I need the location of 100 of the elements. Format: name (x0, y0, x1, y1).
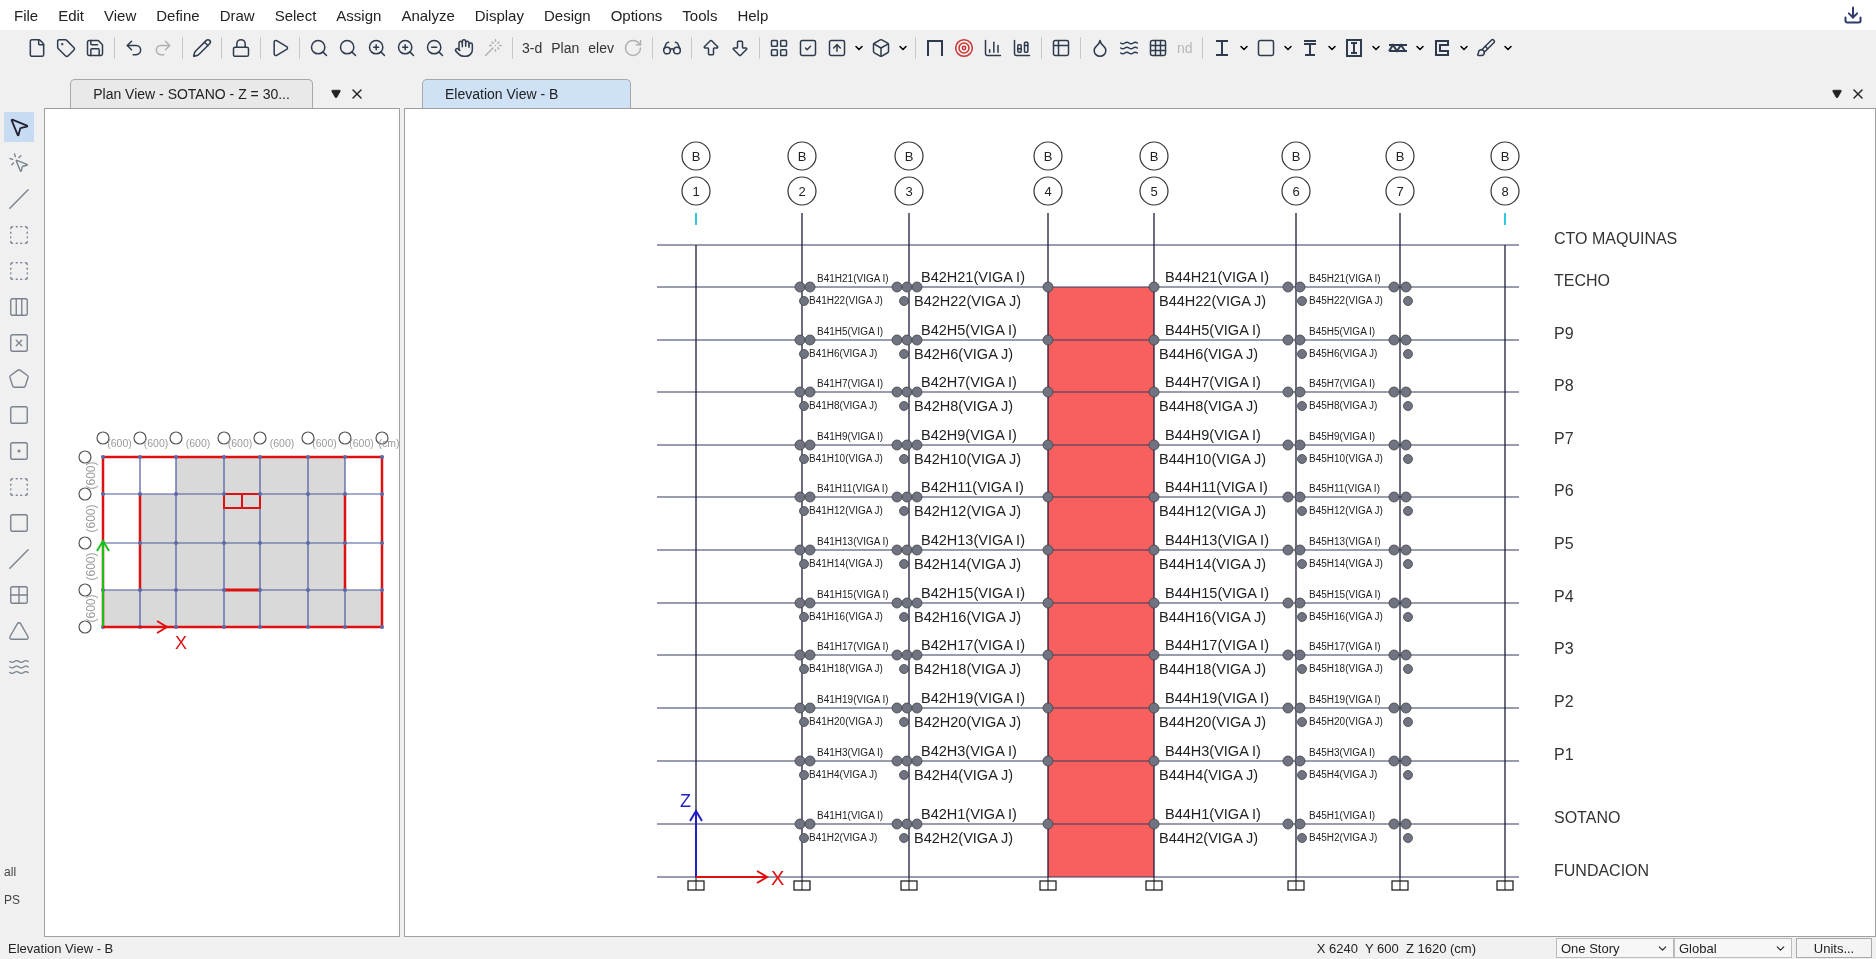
beam-label: B42H19(VIGA I) (921, 690, 1025, 706)
view-tab[interactable]: Elevation View - B (422, 79, 632, 108)
grid-bubble (787, 141, 817, 171)
view-button[interactable]: Plan (548, 35, 583, 61)
menu-item[interactable]: Select (264, 6, 327, 24)
beam-label: B44H2(VIGA J) (1159, 830, 1259, 846)
units-button[interactable]: Units... (1796, 938, 1872, 958)
story-label: P3 (1554, 640, 1574, 657)
grid-bubble (1490, 176, 1520, 206)
zoom-out-icon (425, 38, 445, 58)
beam-label: B45H5(VIGA I) (1309, 326, 1376, 337)
dimension-label: (600) (84, 552, 99, 581)
beam-label: B42H12(VIGA J) (914, 503, 1022, 519)
beam-label: B42H18(VIGA J) (914, 661, 1022, 677)
grid-letter: B (1149, 149, 1159, 164)
menu-item[interactable]: Edit (48, 6, 95, 24)
beam-label: B44H13(VIGA I) (1165, 532, 1269, 548)
menu-item[interactable]: Tools (672, 6, 728, 24)
zoom-in-icon (367, 38, 387, 58)
story-label: CTO MAQUINAS (1554, 230, 1678, 247)
story-label: P8 (1554, 377, 1574, 394)
menu-item[interactable]: Display (464, 6, 534, 24)
menu-item[interactable]: Define (146, 6, 210, 24)
grid-bubble (894, 176, 924, 206)
redo-icon (153, 38, 173, 58)
beam-label: B41H15(VIGA I) (817, 589, 889, 600)
beam-label: B44H22(VIGA J) (1159, 293, 1267, 309)
beam-label: B45H21(VIGA I) (1309, 273, 1381, 284)
beam-label: B41H1(VIGA I) (817, 810, 884, 821)
beam-label: B41H19(VIGA I) (817, 694, 889, 705)
select-tool-button[interactable] (4, 112, 35, 142)
x-axis-arrow (102, 620, 170, 634)
coordinate-system-dropdown[interactable]: Global (1674, 938, 1792, 958)
beam-label: B44H18(VIGA J) (1159, 661, 1267, 677)
story-label: TECHO (1554, 272, 1610, 289)
wave-icon (1118, 38, 1139, 58)
grid-number: 7 (1396, 184, 1404, 199)
beam-label: B45H7(VIGA I) (1309, 378, 1376, 389)
grid-number: 1 (692, 184, 700, 199)
pentagon-icon (8, 368, 31, 390)
beam-label: B41H14(VIGA J) (809, 558, 883, 569)
line-icon (8, 548, 31, 570)
beam-label: B44H12(VIGA J) (1159, 503, 1267, 519)
beam-label: B45H4(VIGA J) (1309, 769, 1378, 780)
status-view: Elevation View - B (7, 940, 114, 956)
chart-icon (982, 38, 1003, 58)
beam-label: B42H5(VIGA I) (921, 322, 1017, 338)
beam-label: B45H11(VIGA I) (1309, 483, 1380, 494)
menu-item[interactable]: Draw (209, 6, 265, 24)
beam-label: B44H11(VIGA I) (1165, 479, 1268, 495)
menu-item[interactable]: Assign (326, 6, 392, 24)
grid-icon (8, 584, 31, 606)
square-icon (8, 404, 31, 426)
menu-item[interactable]: Options (600, 6, 673, 24)
beam-label: B44H1(VIGA I) (1165, 806, 1261, 822)
undo-icon (124, 38, 144, 58)
menu-item[interactable]: Help (727, 6, 779, 24)
target-icon (953, 38, 974, 58)
beam-label: B45H2(VIGA J) (1309, 832, 1378, 843)
view-button[interactable]: 3-d (519, 35, 546, 61)
beam-label: B41H21(VIGA I) (817, 273, 889, 284)
dimension-label: (600) (143, 437, 169, 449)
hand-icon (454, 38, 474, 58)
story-dropdown[interactable]: One Story (1556, 938, 1674, 958)
dashed-square-icon (8, 476, 31, 498)
beam-label: B41H20(VIGA J) (809, 716, 883, 727)
grid-letter: B (691, 149, 701, 164)
cursor-coordinates: X 6240 Y 600 Z 1620 (cm) (1315, 940, 1476, 956)
beam-label: B42H22(VIGA J) (914, 293, 1022, 309)
grid-number: 5 (1150, 184, 1158, 199)
grid-bubble (1033, 141, 1063, 171)
download-icon (1843, 5, 1863, 25)
view-button[interactable]: elev (585, 35, 617, 61)
beam-label: B42H1(VIGA I) (921, 806, 1017, 822)
view-tab[interactable]: Plan View - SOTANO - Z = 30... (70, 79, 313, 108)
dimension-label: (600) (227, 437, 253, 449)
select-option-button[interactable]: PS (4, 889, 35, 911)
select-option-button[interactable]: all (4, 861, 35, 883)
beam-label: B41H13(VIGA I) (817, 536, 889, 547)
pointer-icon (8, 152, 31, 174)
menu-item[interactable]: View (94, 6, 147, 24)
beam-label: B42H16(VIGA J) (914, 609, 1022, 625)
beam-label: B45H17(VIGA I) (1309, 641, 1381, 652)
beam-label: B44H20(VIGA J) (1159, 714, 1267, 730)
menu-item[interactable]: File (4, 6, 49, 24)
beam-label: B44H7(VIGA I) (1165, 374, 1261, 390)
beam-label: B42H15(VIGA I) (921, 585, 1025, 601)
beam-label: B44H4(VIGA J) (1159, 767, 1259, 783)
beam-label: B41H6(VIGA J) (809, 348, 878, 359)
beam-label: B41H9(VIGA I) (817, 431, 884, 442)
menu-item[interactable]: Analyze (391, 6, 465, 24)
menu-item[interactable]: Design (533, 6, 601, 24)
square-icon (1255, 38, 1276, 58)
grid-bubble (1385, 141, 1415, 171)
beam-label: B45H19(VIGA I) (1309, 694, 1381, 705)
grid-bubble (681, 141, 711, 171)
beam-label: B42H8(VIGA J) (914, 398, 1014, 414)
grid-bubble (1281, 141, 1311, 171)
story-label: P9 (1554, 325, 1574, 342)
grid-icon (768, 38, 789, 58)
